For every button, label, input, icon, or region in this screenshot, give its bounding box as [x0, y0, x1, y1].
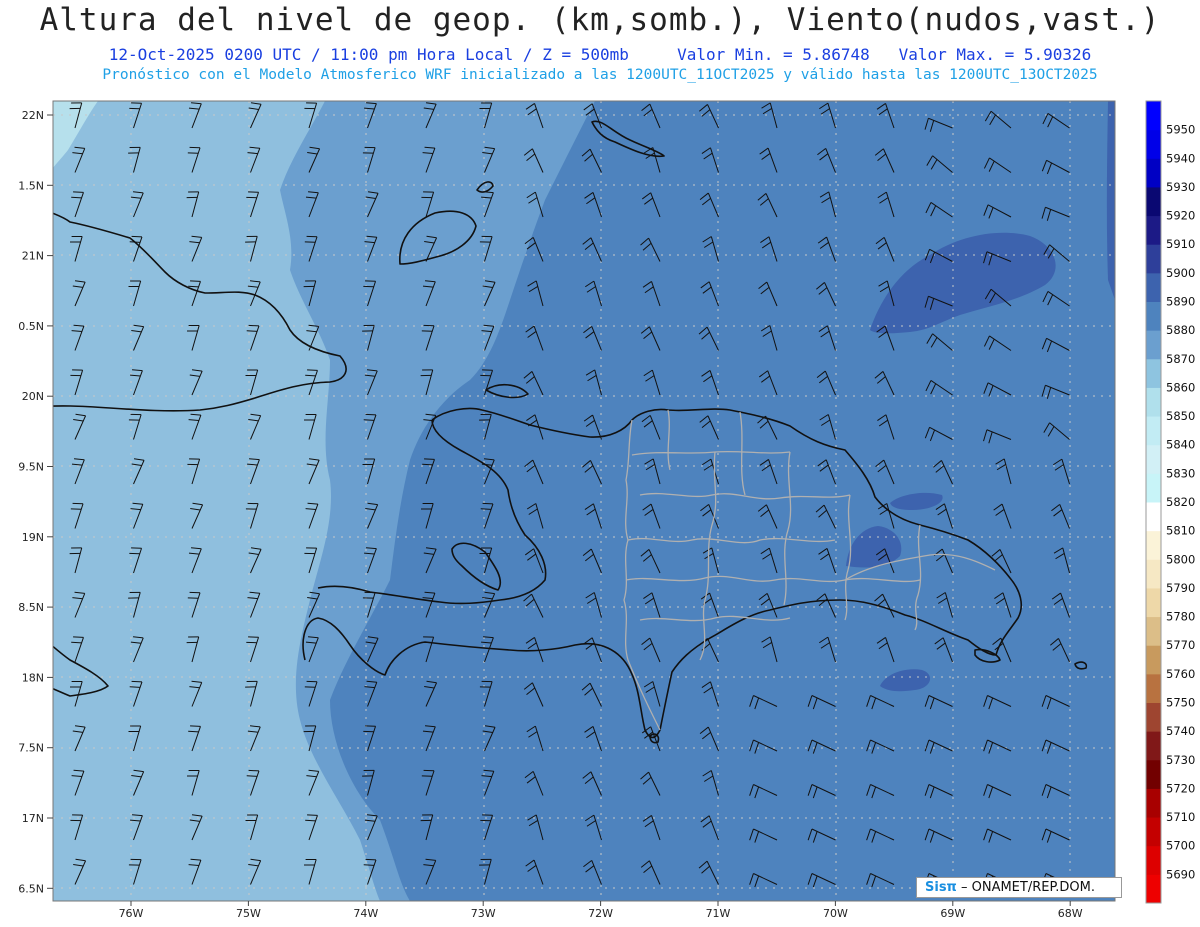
lat-label: 19N: [22, 531, 44, 544]
lat-label: 6.5N: [18, 882, 44, 895]
colorbar-swatch: [1146, 330, 1161, 360]
lon-label: 74W: [353, 907, 378, 920]
colorbar-swatch: [1146, 559, 1161, 589]
colorbar-label: 5940: [1166, 151, 1195, 165]
colorbar-label: 5920: [1166, 209, 1195, 223]
lat-label: 20N: [22, 390, 44, 403]
colorbar-swatch: [1146, 387, 1161, 417]
longitude-labels: 76W 75W 74W 73W 72W 71W 70W 69W 68W: [119, 901, 1083, 920]
lat-label: 22N: [22, 109, 44, 122]
colorbar-swatch: [1146, 129, 1161, 159]
colorbar: 5690 5700 5710 5720 5730 5740 5750 5760 5770 5780…: [1145, 100, 1195, 904]
colorbar-label: 5830: [1166, 466, 1195, 480]
credit-text: – ONAMET/REP.DOM.: [960, 880, 1096, 895]
lon-label: 72W: [588, 907, 613, 920]
colorbar-label: 5730: [1166, 753, 1195, 767]
lon-label: 76W: [119, 907, 144, 920]
colorbar-label: 5740: [1166, 724, 1195, 738]
credit-box: Sisπ – ONAMET/REP.DOM.: [916, 877, 1122, 898]
colorbar-label: 5760: [1166, 667, 1195, 681]
colorbar-label: 5880: [1166, 323, 1195, 337]
colorbar-swatch: [1146, 101, 1161, 131]
colorbar-label: 5750: [1166, 696, 1195, 710]
colorbar-label: 5710: [1166, 810, 1195, 824]
geopotential-field: [53, 101, 1115, 901]
lat-label: 8.5N: [18, 601, 44, 614]
colorbar-swatch: [1146, 817, 1161, 847]
colorbar-label: 5890: [1166, 295, 1195, 309]
colorbar-label: 5870: [1166, 352, 1195, 366]
colorbar-label: 5790: [1166, 581, 1195, 595]
colorbar-label: 5810: [1166, 524, 1195, 538]
colorbar-swatch: [1146, 759, 1161, 789]
colorbar-label: 5900: [1166, 266, 1195, 280]
colorbar-swatch: [1146, 731, 1161, 761]
colorbar-swatch: [1146, 645, 1161, 675]
colorbar-label: 5800: [1166, 552, 1195, 566]
colorbar-label: 5770: [1166, 638, 1195, 652]
colorbar-swatch: [1146, 616, 1161, 646]
lon-label: 75W: [236, 907, 261, 920]
colorbar-swatch: [1146, 702, 1161, 732]
lon-label: 73W: [471, 907, 496, 920]
credit-brand: Sisπ: [925, 880, 957, 895]
colorbar-swatch: [1146, 244, 1161, 274]
colorbar-label: 5860: [1166, 380, 1195, 394]
colorbar-swatch: [1146, 301, 1161, 331]
colorbar-swatch: [1146, 530, 1161, 560]
contour-band-5900-east-edge: [1106, 101, 1115, 300]
lat-label: 1.5N: [18, 179, 44, 192]
colorbar-label: 5720: [1166, 781, 1195, 795]
colorbar-swatch: [1146, 444, 1161, 474]
colorbar-label: 5850: [1166, 409, 1195, 423]
colorbar-swatch: [1146, 874, 1161, 904]
colorbar-swatch: [1146, 215, 1161, 245]
colorbar-swatch: [1146, 502, 1161, 532]
lon-label: 70W: [823, 907, 848, 920]
colorbar-label: 5780: [1166, 610, 1195, 624]
colorbar-label: 5950: [1166, 123, 1195, 137]
colorbar-swatch: [1146, 272, 1161, 302]
lat-label: 0.5N: [18, 320, 44, 333]
colorbar-swatch: [1146, 788, 1161, 818]
colorbar-swatch: [1146, 158, 1161, 188]
lat-label: 7.5N: [18, 742, 44, 755]
colorbar-label: 5690: [1166, 867, 1195, 881]
lon-label: 69W: [940, 907, 965, 920]
lat-label: 18N: [22, 671, 44, 684]
colorbar-label: 5700: [1166, 839, 1195, 853]
colorbar-swatch: [1146, 358, 1161, 388]
map-figure: 22N 1.5N 21N 0.5N 20N 9.5N 19N 8.5N 18N 7.5N 17N 6.…: [18, 100, 1195, 920]
latitude-labels: 22N 1.5N 21N 0.5N 20N 9.5N 19N 8.5N 18N 7.5N 17N 6.…: [18, 109, 53, 895]
colorbar-label: 5840: [1166, 438, 1195, 452]
lat-label: 17N: [22, 812, 44, 825]
lat-label: 21N: [22, 250, 44, 263]
colorbar-label: 5930: [1166, 180, 1195, 194]
lat-label: 9.5N: [18, 461, 44, 474]
colorbar-label: 5910: [1166, 237, 1195, 251]
colorbar-swatch: [1146, 186, 1161, 217]
colorbar-swatch: [1146, 587, 1161, 618]
colorbar-swatch: [1146, 673, 1161, 703]
lon-label: 68W: [1058, 907, 1083, 920]
lon-label: 71W: [706, 907, 731, 920]
colorbar-label: 5820: [1166, 495, 1195, 509]
colorbar-swatch: [1146, 473, 1161, 503]
colorbar-swatch: [1146, 845, 1161, 875]
colorbar-swatch: [1146, 416, 1161, 446]
